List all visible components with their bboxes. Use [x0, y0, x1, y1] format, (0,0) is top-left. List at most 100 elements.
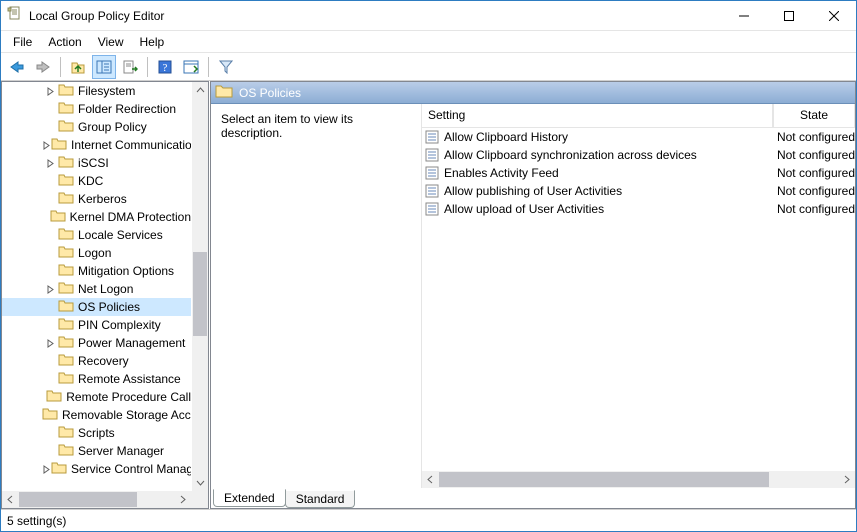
tree-vertical-scrollbar[interactable]	[191, 82, 208, 491]
scroll-right-button[interactable]	[174, 491, 191, 508]
tree-item[interactable]: Kernel DMA Protection	[2, 208, 191, 226]
tree-item[interactable]: PIN Complexity	[2, 316, 191, 334]
list-header: Setting State	[422, 104, 855, 128]
tree-item-label: Kerberos	[78, 192, 127, 206]
close-button[interactable]	[811, 1, 856, 30]
tree-item[interactable]: Locale Services	[2, 226, 191, 244]
titlebar[interactable]: Local Group Policy Editor	[1, 1, 856, 31]
list-row[interactable]: Allow Clipboard History Not configured	[422, 128, 855, 146]
tree-item[interactable]: Logon	[2, 244, 191, 262]
tree-item-label: Group Policy	[78, 120, 147, 134]
tree-item[interactable]: Removable Storage Access	[2, 406, 191, 424]
folder-icon	[58, 425, 74, 441]
tree-item[interactable]: KDC	[2, 172, 191, 190]
details-pane: OS Policies Select an item to view its d…	[210, 81, 856, 509]
tree-item[interactable]: Remote Assistance	[2, 370, 191, 388]
chevron-right-icon[interactable]	[42, 141, 51, 150]
window-frame: Local Group Policy Editor File Action Vi…	[0, 0, 857, 532]
tree-item[interactable]: Power Management	[2, 334, 191, 352]
tree-item[interactable]: Group Policy	[2, 118, 191, 136]
scroll-right-button[interactable]	[838, 471, 855, 488]
details-body: Select an item to view its description. …	[211, 104, 855, 488]
chevron-right-icon[interactable]	[42, 465, 51, 474]
tree-item[interactable]: Remote Procedure Call	[2, 388, 191, 406]
minimize-button[interactable]	[721, 1, 766, 30]
tree-pane: FilesystemFolder Redirection Group Policy…	[1, 81, 209, 509]
setting-state: Not configured	[771, 184, 855, 198]
toolbar-separator	[147, 57, 148, 77]
chevron-right-icon[interactable]	[42, 159, 58, 168]
folder-icon	[58, 83, 74, 99]
menu-action[interactable]: Action	[40, 33, 89, 51]
tree-item[interactable]: Server Manager	[2, 442, 191, 460]
up-level-button[interactable]	[66, 55, 90, 79]
chevron-right-icon[interactable]	[42, 339, 58, 348]
folder-icon	[51, 461, 67, 477]
menu-help[interactable]: Help	[132, 33, 173, 51]
tree-item[interactable]: Service Control Manager Settings	[2, 460, 191, 478]
tree-item-label: Power Management	[78, 336, 185, 350]
scroll-left-button[interactable]	[422, 471, 439, 488]
policy-setting-icon	[424, 201, 440, 217]
tree[interactable]: FilesystemFolder Redirection Group Policy…	[2, 82, 191, 478]
tree-item-label: Scripts	[78, 426, 115, 440]
back-button[interactable]	[5, 55, 29, 79]
tree-horizontal-scrollbar[interactable]	[2, 491, 191, 508]
list-row[interactable]: Allow upload of User ActivitiesNot confi…	[422, 200, 855, 218]
chevron-right-icon[interactable]	[42, 87, 58, 96]
tree-item-label: Recovery	[78, 354, 129, 368]
folder-icon	[58, 119, 74, 135]
details-header-title: OS Policies	[239, 86, 301, 100]
tree-item-label: Locale Services	[78, 228, 163, 242]
properties-button[interactable]	[179, 55, 203, 79]
maximize-button[interactable]	[766, 1, 811, 30]
tree-item[interactable]: Recovery	[2, 352, 191, 370]
tree-item[interactable]: Folder Redirection	[2, 100, 191, 118]
scroll-left-button[interactable]	[2, 491, 19, 508]
app-icon	[7, 6, 23, 25]
tree-item-label: Kernel DMA Protection	[70, 210, 191, 224]
list-row[interactable]: Enables Activity FeedNot configured	[422, 164, 855, 182]
scroll-down-button[interactable]	[192, 474, 208, 491]
tree-item[interactable]: Filesystem	[2, 82, 191, 100]
list-rows[interactable]: Allow Clipboard HistoryNot configuredAll…	[422, 128, 855, 471]
menubar: File Action View Help	[1, 31, 856, 53]
help-button[interactable]: ?	[153, 55, 177, 79]
scrollbar-thumb[interactable]	[193, 252, 207, 336]
statusbar-text: 5 setting(s)	[7, 514, 66, 528]
tab-standard[interactable]: Standard	[285, 490, 356, 508]
toolbar-separator	[208, 57, 209, 77]
scrollbar-thumb[interactable]	[439, 472, 769, 487]
setting-name: Allow Clipboard History	[444, 130, 568, 144]
menu-view[interactable]: View	[90, 33, 132, 51]
export-list-button[interactable]	[118, 55, 142, 79]
list-row[interactable]: Allow publishing of User ActivitiesNot c…	[422, 182, 855, 200]
list-horizontal-scrollbar[interactable]	[422, 471, 855, 488]
tabs: Extended Standard	[211, 488, 855, 508]
chevron-right-icon[interactable]	[42, 285, 58, 294]
tree-item[interactable]: Internet Communication Management	[2, 136, 191, 154]
tree-item[interactable]: Scripts	[2, 424, 191, 442]
tab-extended[interactable]: Extended	[213, 489, 286, 507]
setting-state: Not configured	[771, 130, 855, 144]
folder-icon	[215, 84, 233, 101]
tree-item[interactable]: Mitigation Options	[2, 262, 191, 280]
setting-name: Allow Clipboard synchronization across d…	[444, 148, 697, 162]
tree-item-label: KDC	[78, 174, 103, 188]
statusbar: 5 setting(s)	[1, 509, 856, 531]
tree-item[interactable]: Kerberos	[2, 190, 191, 208]
list-row[interactable]: Allow Clipboard synchronization across d…	[422, 146, 855, 164]
show-hide-tree-button[interactable]	[92, 55, 116, 79]
scroll-up-button[interactable]	[192, 82, 208, 99]
folder-icon	[58, 263, 74, 279]
menu-file[interactable]: File	[5, 33, 40, 51]
folder-icon	[58, 101, 74, 117]
forward-button[interactable]	[31, 55, 55, 79]
column-header-setting[interactable]: Setting	[422, 104, 773, 127]
scrollbar-thumb[interactable]	[19, 492, 137, 507]
column-header-state[interactable]: State	[773, 104, 855, 127]
tree-item[interactable]: Net Logon	[2, 280, 191, 298]
tree-item[interactable]: iSCSI	[2, 154, 191, 172]
tree-item[interactable]: OS Policies	[2, 298, 191, 316]
filter-button[interactable]	[214, 55, 238, 79]
